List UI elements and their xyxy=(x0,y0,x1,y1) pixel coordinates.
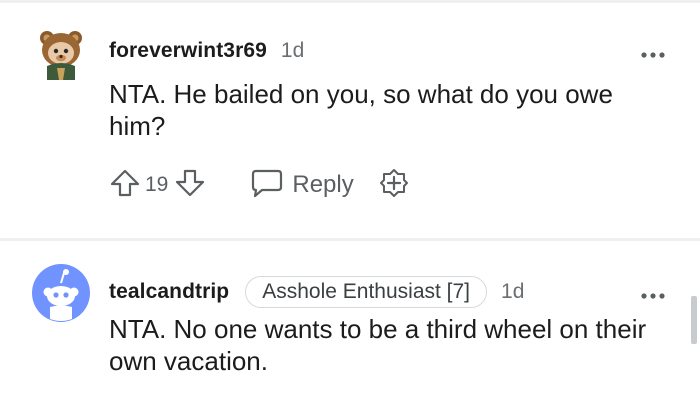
user-avatar-icon[interactable] xyxy=(31,22,91,82)
reply-button[interactable]: Reply xyxy=(250,168,354,203)
comment-actions: 19 Reply xyxy=(109,167,410,203)
user-flair-badge: Asshole Enthusiast [7] xyxy=(245,276,488,308)
reply-label: Reply xyxy=(292,171,354,198)
give-award-button[interactable] xyxy=(378,167,410,204)
more-options-icon[interactable] xyxy=(640,287,666,299)
scrollbar-thumb[interactable] xyxy=(691,296,697,344)
vote-count: 19 xyxy=(145,173,169,196)
comment-body: NTA. He bailed on you, so what do you ow… xyxy=(109,79,613,141)
comment-age: 1d xyxy=(280,39,305,62)
comment-header: foreverwint3r69 1d xyxy=(109,34,304,68)
comment-body: NTA. No one wants to be a third wheel on… xyxy=(109,314,647,376)
more-options-icon[interactable] xyxy=(640,46,666,58)
username[interactable]: foreverwint3r69 xyxy=(109,39,267,63)
comment-age: 1d xyxy=(501,280,525,303)
downvote-arrow-icon[interactable] xyxy=(174,168,206,203)
comment-header: tealcandtrip Asshole Enthusiast [7] 1d xyxy=(109,275,524,309)
top-divider xyxy=(0,0,700,3)
award-plus-icon xyxy=(378,167,410,204)
username[interactable]: tealcandtrip xyxy=(109,280,229,304)
speech-bubble-icon xyxy=(250,168,284,203)
comment-divider xyxy=(0,238,700,241)
upvote-arrow-icon[interactable] xyxy=(109,168,141,203)
user-avatar-icon[interactable] xyxy=(31,263,91,323)
